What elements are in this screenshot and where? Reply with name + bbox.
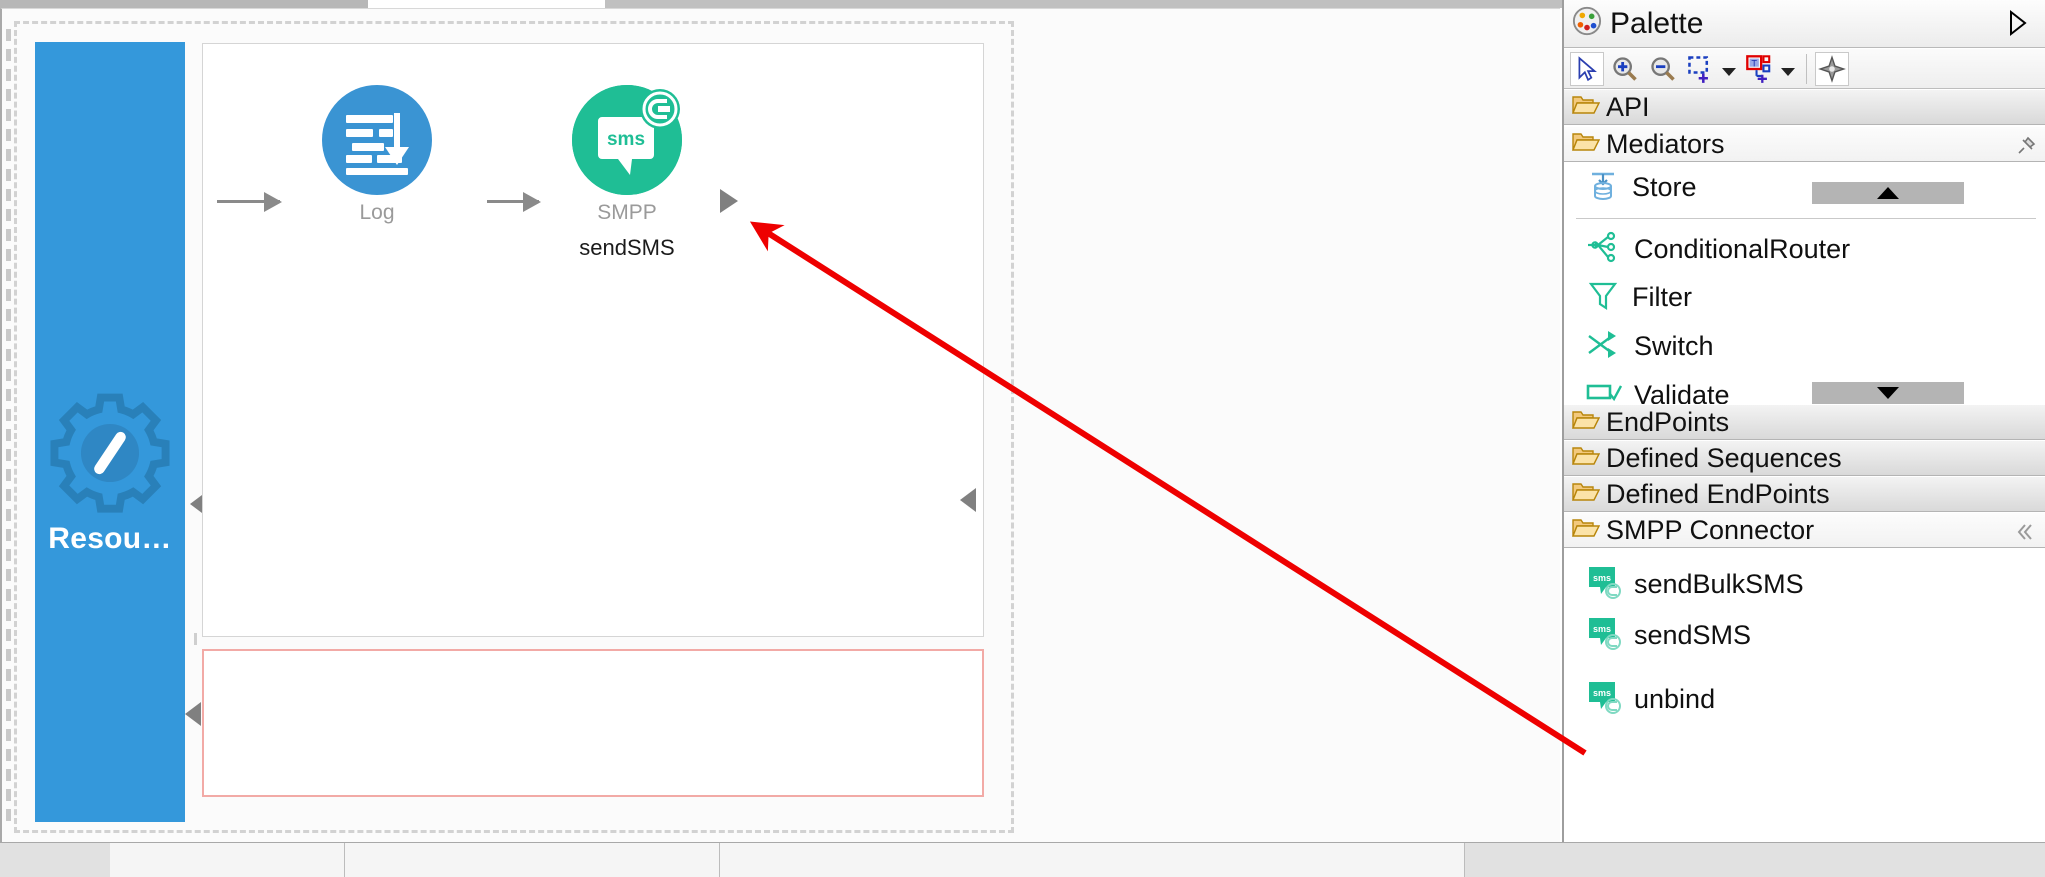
switch-icon	[1586, 327, 1622, 366]
connector-arrow-smpp-out	[720, 189, 738, 213]
palette-section-endpoints[interactable]: EndPoints	[1564, 404, 2045, 440]
palette-item-store[interactable]: Store	[1564, 163, 2045, 211]
palette-section-mediators[interactable]: Mediators	[1564, 126, 2045, 162]
palette-section-defined-sequences-label: Defined Sequences	[1606, 442, 1842, 473]
connector-arrow-log-to-smpp	[487, 192, 541, 212]
collapse-icon[interactable]	[2015, 521, 2037, 548]
palette-panel: Palette T API Mediators Store Conditiona…	[1562, 0, 2045, 877]
expand-right-icon[interactable]	[2005, 8, 2031, 43]
folder-icon	[1571, 94, 1601, 121]
compass-icon[interactable]	[1815, 51, 1849, 86]
palette-scroll-up-button[interactable]	[1812, 182, 1964, 204]
resource-bar-label: Resou…	[48, 522, 172, 555]
canvas-background: Resou… Log sms SMPP sendSMS	[2, 9, 1560, 842]
chevron-down-icon[interactable]	[1781, 67, 1795, 76]
palette-item-send-bulk-sms-label: sendBulkSMS	[1634, 568, 1804, 599]
svg-text:sms: sms	[1593, 624, 1611, 634]
app-window: Resou… Log sms SMPP sendSMS Palette T AP…	[0, 0, 2045, 877]
fault-sequence-tick	[194, 633, 197, 645]
connector-node-smpp[interactable]: sms SMPP sendSMS	[572, 85, 682, 261]
cursor-arrow-icon[interactable]	[1570, 51, 1604, 86]
svg-text:sms: sms	[1593, 688, 1611, 698]
palette-item-store-label: Store	[1632, 171, 1697, 202]
sms-icon: sms	[1586, 615, 1622, 656]
gear-icon	[44, 387, 176, 519]
palette-header: Palette	[1564, 0, 2045, 48]
log-icon	[322, 85, 432, 195]
fault-sequence-container[interactable]	[202, 649, 984, 797]
palette-section-smpp-connector[interactable]: SMPP Connector	[1564, 512, 2045, 548]
palette-toolbar: T	[1564, 49, 2045, 89]
in-sequence-output-caret[interactable]	[960, 488, 976, 512]
palette-item-filter-label: Filter	[1632, 281, 1692, 312]
sms-icon: sms	[1586, 679, 1622, 720]
marquee-select-icon[interactable]	[1684, 52, 1718, 86]
mediator-node-log-label: Log	[359, 201, 395, 224]
filter-icon	[1586, 278, 1620, 317]
svg-text:T: T	[1751, 58, 1757, 68]
palette-section-defined-endpoints-label: Defined EndPoints	[1606, 478, 1830, 509]
canvas-left-rail	[6, 29, 11, 829]
palette-icon	[1572, 6, 1602, 41]
bottom-tab-2[interactable]	[345, 843, 720, 877]
mediator-node-log[interactable]: Log	[322, 85, 432, 225]
svg-text:sms: sms	[1593, 573, 1611, 583]
conditional-router-icon	[1586, 230, 1622, 269]
palette-item-send-bulk-sms[interactable]: sms sendBulkSMS	[1564, 560, 2045, 608]
toolbar-divider	[1806, 53, 1807, 84]
folder-icon	[1571, 517, 1601, 544]
sms-connector-icon: sms	[572, 85, 682, 195]
zoom-out-icon[interactable]	[1646, 52, 1680, 86]
palette-section-defined-endpoints[interactable]: Defined EndPoints	[1564, 476, 2045, 512]
palette-item-switch[interactable]: Switch	[1564, 322, 2045, 370]
palette-divider	[1576, 218, 2036, 219]
svg-text:sms: sms	[607, 129, 645, 150]
folder-icon	[1571, 409, 1601, 436]
store-icon	[1586, 168, 1620, 207]
palette-item-unbind[interactable]: sms unbind	[1564, 675, 2045, 723]
palette-section-api[interactable]: API	[1564, 89, 2045, 125]
connector-arrow-start-to-log	[217, 192, 282, 212]
bottom-tab-3[interactable]	[720, 843, 1465, 877]
palette-section-mediators-label: Mediators	[1606, 128, 1725, 159]
palette-section-endpoints-label: EndPoints	[1606, 406, 1730, 437]
bottom-tab-bar	[0, 842, 2045, 877]
tab-strip-segment-active[interactable]	[368, 0, 605, 8]
add-node-icon[interactable]: T	[1743, 52, 1777, 86]
pin-icon[interactable]	[2015, 135, 2037, 162]
folder-icon	[1571, 445, 1601, 472]
palette-section-smpp-connector-label: SMPP Connector	[1606, 514, 1815, 545]
palette-item-send-sms-label: sendSMS	[1634, 619, 1752, 650]
folder-icon	[1571, 131, 1601, 158]
chevron-down-icon	[1877, 387, 1899, 399]
chevron-up-icon	[1877, 187, 1899, 199]
palette-item-conditional-router[interactable]: ConditionalRouter	[1564, 225, 2045, 273]
palette-item-send-sms[interactable]: sms sendSMS	[1564, 611, 2045, 659]
resource-bar[interactable]: Resou…	[35, 42, 185, 822]
connector-node-smpp-label: SMPP	[597, 201, 657, 224]
connector-node-smpp-operation: sendSMS	[579, 235, 675, 260]
bottom-tab-1[interactable]	[110, 843, 345, 877]
palette-title-label: Palette	[1610, 6, 1704, 40]
chevron-down-icon[interactable]	[1722, 67, 1736, 76]
palette-section-api-label: API	[1606, 91, 1650, 122]
folder-icon	[1571, 481, 1601, 508]
palette-scroll-down-button[interactable]	[1812, 382, 1964, 404]
fault-sequence-input-caret[interactable]	[185, 702, 201, 726]
sms-icon: sms	[1586, 564, 1622, 605]
palette-section-defined-sequences[interactable]: Defined Sequences	[1564, 440, 2045, 476]
zoom-in-icon[interactable]	[1608, 52, 1642, 86]
palette-item-conditional-router-label: ConditionalRouter	[1634, 233, 1851, 264]
palette-item-unbind-label: unbind	[1634, 683, 1716, 714]
palette-item-filter[interactable]: Filter	[1564, 273, 2045, 321]
sequence-editor-canvas[interactable]: Resou… Log sms SMPP sendSMS	[0, 8, 1560, 842]
tab-strip-segment-left[interactable]	[0, 0, 368, 8]
palette-item-switch-label: Switch	[1634, 330, 1714, 361]
